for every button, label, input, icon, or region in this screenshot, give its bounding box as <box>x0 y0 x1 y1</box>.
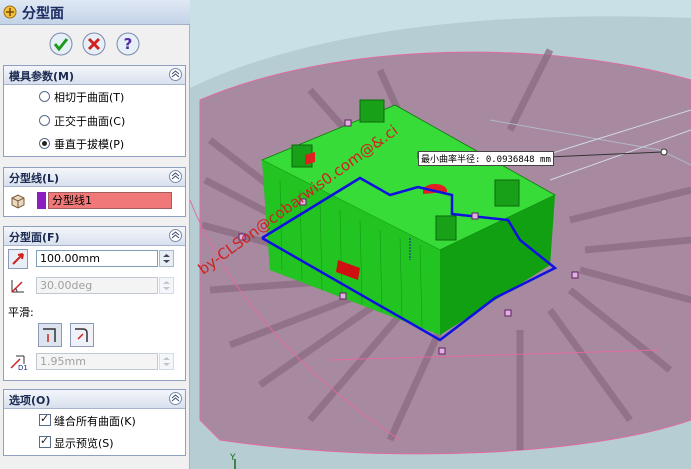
help-button[interactable]: ? <box>116 32 140 56</box>
options-header[interactable]: 选项(O) <box>4 390 185 409</box>
collapse-chevron-icon[interactable] <box>169 68 182 81</box>
parting-surface-icon <box>3 5 17 19</box>
color-swatch <box>37 192 46 209</box>
collapse-chevron-icon[interactable] <box>169 392 182 405</box>
collapse-chevron-icon[interactable] <box>169 170 182 183</box>
parting-surface-header[interactable]: 分型面(F) <box>4 227 185 246</box>
angle-spinner[interactable] <box>159 277 174 294</box>
edge-select-icon <box>11 194 25 209</box>
ok-button[interactable] <box>49 32 73 56</box>
distance-input[interactable]: 100.00mm <box>36 250 158 267</box>
angle-input[interactable]: 30.00deg <box>36 277 158 294</box>
angle-value: 30.00deg <box>40 279 93 292</box>
distance-value: 100.00mm <box>40 252 100 265</box>
parting-line-header[interactable]: 分型线(L) <box>4 168 185 187</box>
options-group: 选项(O) 缝合所有曲面(K) 显示预览(S) <box>3 389 186 456</box>
parting-line-title: 分型线(L) <box>9 172 60 185</box>
radio-tangent[interactable] <box>39 91 50 102</box>
parting-surface-group: 分型面(F) 100.00mm 30.00deg 平滑: D1 1.95mm <box>3 226 186 381</box>
sharp-smooth-button[interactable] <box>38 323 62 347</box>
mold-params-title: 模具参数(M) <box>9 70 75 83</box>
reverse-direction-icon[interactable] <box>8 249 28 269</box>
options-title: 选项(O) <box>9 394 51 407</box>
distance-spinner[interactable] <box>159 250 174 267</box>
radio-perpendicular[interactable] <box>39 138 50 149</box>
knit-surfaces-checkbox[interactable] <box>39 412 51 426</box>
smooth-distance-input[interactable]: 1.95mm <box>36 353 158 370</box>
smooth-distance-icon: D1 <box>10 355 28 372</box>
smooth-label: 平滑: <box>8 306 34 319</box>
option-tangent-label: 相切于曲面(T) <box>54 91 125 104</box>
smooth-distance-value: 1.95mm <box>40 355 86 368</box>
radio-normal[interactable] <box>39 115 50 126</box>
check-icon <box>49 32 73 56</box>
smooth-distance-spinner[interactable] <box>159 353 174 370</box>
panel-title: 分型面 <box>22 6 64 22</box>
show-preview-checkbox[interactable] <box>39 434 51 448</box>
svg-text:D1: D1 <box>18 364 28 372</box>
property-manager-panel: 分型面 ? 模具参数(M) 相切于曲面(T) 正交于曲面(C) 垂直于拔模(P)… <box>0 0 190 469</box>
option-perpendicular-label: 垂直于拔模(P) <box>54 138 125 151</box>
cancel-button[interactable] <box>82 32 106 56</box>
show-preview-label: 显示预览(S) <box>54 437 114 450</box>
close-icon <box>82 32 106 56</box>
parting-line-list[interactable]: 分型线1 <box>48 192 172 209</box>
angle-icon <box>11 280 24 293</box>
parting-surface-title: 分型面(F) <box>9 231 60 244</box>
help-icon: ? <box>116 32 140 56</box>
mold-params-group: 模具参数(M) 相切于曲面(T) 正交于曲面(C) 垂直于拔模(P) <box>3 65 186 157</box>
panel-titlebar: 分型面 <box>0 0 190 25</box>
curvature-annotation: 最小曲率半径: 0.0936848 mm <box>418 151 554 166</box>
option-normal-label: 正交于曲面(C) <box>54 115 126 128</box>
parting-line-group: 分型线(L) 分型线1 <box>3 167 186 217</box>
collapse-chevron-icon[interactable] <box>169 229 182 242</box>
mold-params-header[interactable]: 模具参数(M) <box>4 66 185 85</box>
knit-surfaces-label: 缝合所有曲面(K) <box>54 415 136 428</box>
svg-text:?: ? <box>124 35 133 53</box>
axis-label: Y <box>230 453 236 463</box>
graphics-viewport[interactable]: 最小曲率半径: 0.0936848 mm by-CLSon@cobarwis0.… <box>190 0 691 469</box>
round-smooth-button[interactable] <box>70 323 94 347</box>
parting-line-item[interactable]: 分型线1 <box>52 194 92 207</box>
